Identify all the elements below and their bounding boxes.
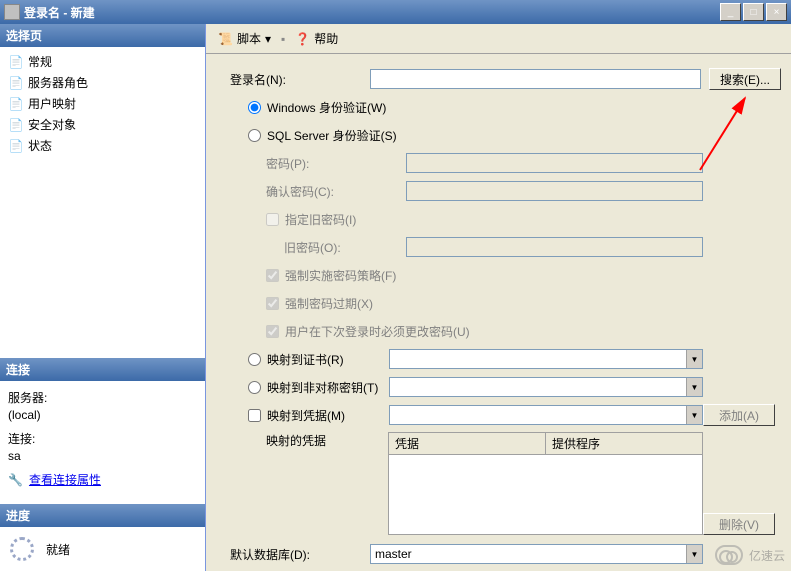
- maximize-button[interactable]: □: [743, 3, 764, 21]
- password-label: 密码(P):: [266, 155, 406, 172]
- form-area: 登录名(N): 搜索(E)... Windows 身份验证(W) SQL Ser…: [206, 54, 791, 571]
- left-pane: 选择页 📄常规 📄服务器角色 📄用户映射 📄安全对象 📄状态 连接 服务器: (l…: [0, 24, 206, 571]
- cred-col-credential: 凭据: [389, 433, 546, 454]
- server-label: 服务器:: [8, 389, 197, 406]
- toolbar: 📜脚本▾ ▪ ❓帮助: [206, 24, 791, 54]
- watermark: 亿速云: [715, 545, 785, 565]
- sql-auth-radio[interactable]: [248, 129, 261, 142]
- login-name-label: 登录名(N):: [230, 71, 370, 88]
- default-db-label: 默认数据库(D):: [230, 546, 370, 563]
- sql-auth-label: SQL Server 身份验证(S): [267, 127, 397, 144]
- mapped-creds-label: 映射的凭据: [266, 432, 388, 449]
- connection-header: 连接: [0, 358, 205, 381]
- map-asym-radio[interactable]: [248, 381, 261, 394]
- connection-label: 连接:: [8, 430, 197, 447]
- progress-status: 就绪: [46, 541, 70, 558]
- page-status[interactable]: 📄状态: [4, 135, 201, 156]
- watermark-logo-icon: [715, 545, 743, 565]
- enforce-expire-label: 强制密码过期(X): [285, 295, 373, 312]
- select-page-header: 选择页: [0, 24, 205, 47]
- page-icon: 📄: [8, 54, 24, 70]
- progress-spinner-icon: [10, 537, 34, 561]
- add-button[interactable]: 添加(A): [703, 404, 775, 426]
- enforce-policy-checkbox: [266, 269, 279, 282]
- chevron-down-icon: ▼: [686, 545, 702, 563]
- specify-old-password-label: 指定旧密码(I): [285, 211, 356, 228]
- app-icon: [4, 4, 20, 20]
- cred-table-header: 凭据 提供程序: [388, 432, 703, 455]
- cred-col-provider: 提供程序: [546, 433, 702, 454]
- toolbar-separator: ▪: [281, 32, 285, 46]
- cert-combo[interactable]: ▼: [389, 349, 703, 369]
- page-icon: 📄: [8, 75, 24, 91]
- default-db-combo[interactable]: master▼: [370, 544, 703, 564]
- enforce-policy-label: 强制实施密码策略(F): [285, 267, 396, 284]
- windows-auth-label: Windows 身份验证(W): [267, 99, 386, 116]
- map-cert-label: 映射到证书(R): [267, 351, 389, 368]
- enforce-expire-checkbox: [266, 297, 279, 310]
- page-securables[interactable]: 📄安全对象: [4, 114, 201, 135]
- window-title: 登录名 - 新建: [24, 4, 718, 21]
- page-icon: 📄: [8, 138, 24, 154]
- cred-table-body[interactable]: [388, 455, 703, 535]
- script-button[interactable]: 📜脚本▾: [214, 28, 275, 49]
- map-cred-checkbox[interactable]: [248, 409, 261, 422]
- chevron-down-icon: ▼: [686, 406, 702, 424]
- cred-combo[interactable]: ▼: [389, 405, 703, 425]
- page-general[interactable]: 📄常规: [4, 51, 201, 72]
- search-button[interactable]: 搜索(E)...: [709, 68, 781, 90]
- right-pane: 📜脚本▾ ▪ ❓帮助 登录名(N): 搜索(E)... Windows 身份验证…: [206, 24, 791, 571]
- page-tree: 📄常规 📄服务器角色 📄用户映射 📄安全对象 📄状态: [0, 47, 205, 160]
- map-cred-label: 映射到凭据(M): [267, 407, 389, 424]
- close-button[interactable]: ×: [766, 3, 787, 21]
- chevron-down-icon: ▼: [686, 378, 702, 396]
- windows-auth-radio[interactable]: [248, 101, 261, 114]
- page-icon: 📄: [8, 96, 24, 112]
- old-password-input: [406, 237, 703, 257]
- login-name-input[interactable]: [370, 69, 701, 89]
- page-icon: 📄: [8, 117, 24, 133]
- server-value: (local): [8, 408, 197, 422]
- view-connection-properties-link[interactable]: 查看连接属性: [29, 471, 101, 488]
- asym-combo[interactable]: ▼: [389, 377, 703, 397]
- specify-old-password-checkbox: [266, 213, 279, 226]
- progress-header: 进度: [0, 504, 205, 527]
- script-icon: 📜: [218, 32, 233, 46]
- properties-icon: 🔧: [8, 473, 23, 487]
- help-button[interactable]: ❓帮助: [291, 28, 342, 49]
- chevron-down-icon: ▼: [686, 350, 702, 368]
- must-change-checkbox: [266, 325, 279, 338]
- old-password-label: 旧密码(O):: [266, 239, 406, 256]
- map-asym-label: 映射到非对称密钥(T): [267, 379, 389, 396]
- minimize-button[interactable]: _: [720, 3, 741, 21]
- titlebar: 登录名 - 新建 _ □ ×: [0, 0, 791, 24]
- map-cert-radio[interactable]: [248, 353, 261, 366]
- connection-value: sa: [8, 449, 197, 463]
- dropdown-icon: ▾: [265, 32, 271, 46]
- confirm-password-input: [406, 181, 703, 201]
- page-server-roles[interactable]: 📄服务器角色: [4, 72, 201, 93]
- page-user-mapping[interactable]: 📄用户映射: [4, 93, 201, 114]
- remove-button[interactable]: 删除(V): [703, 513, 775, 535]
- help-icon: ❓: [295, 32, 310, 46]
- password-input: [406, 153, 703, 173]
- confirm-password-label: 确认密码(C):: [266, 183, 406, 200]
- must-change-label: 用户在下次登录时必须更改密码(U): [285, 323, 470, 340]
